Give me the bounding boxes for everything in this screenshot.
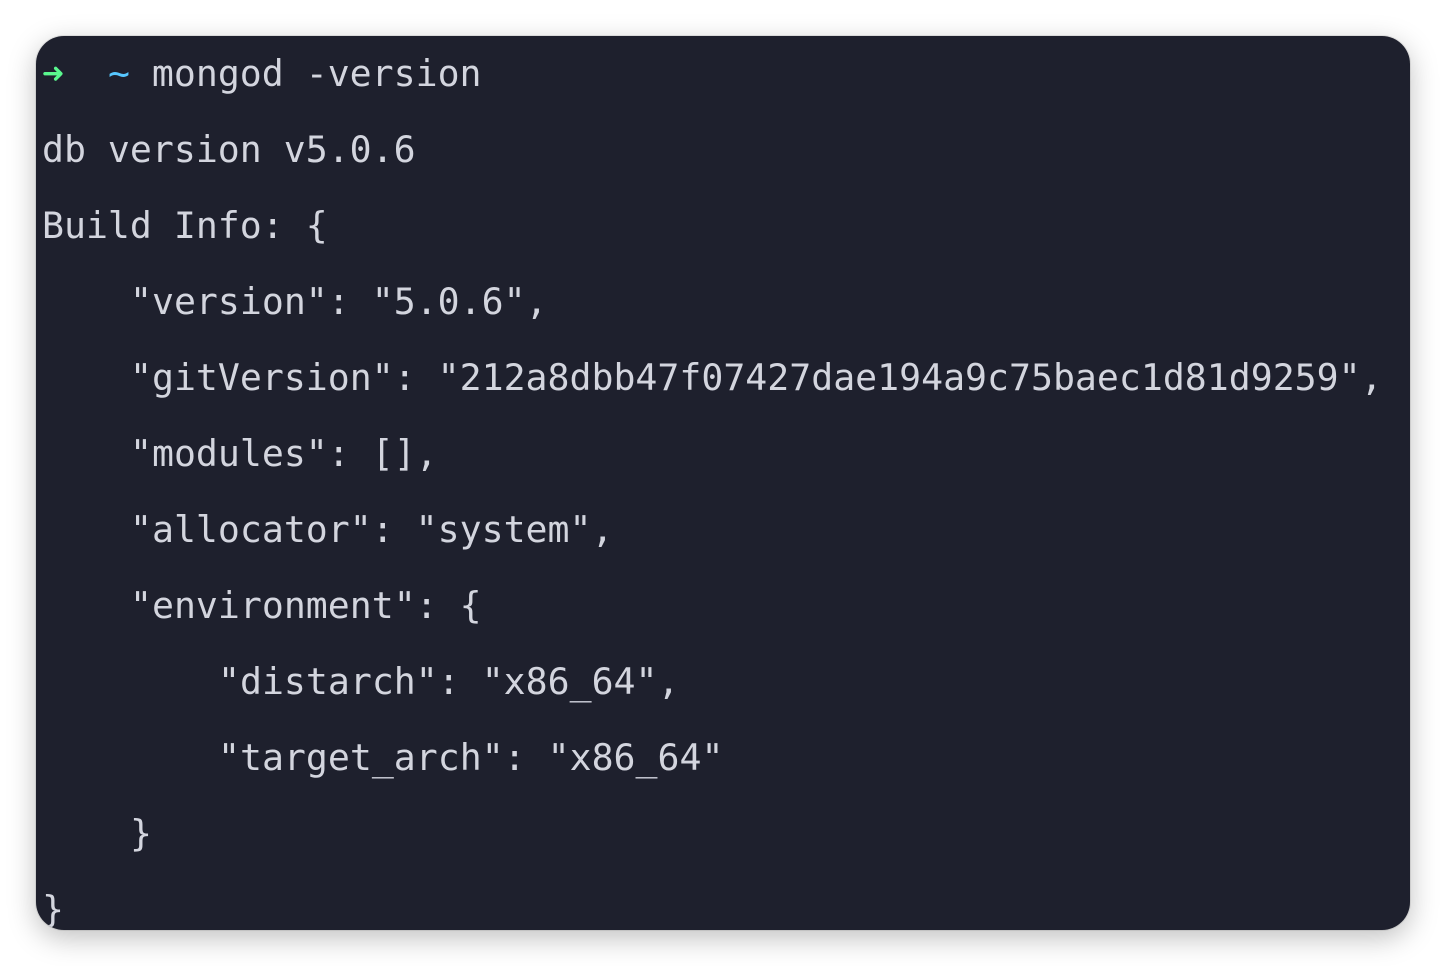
output-line: db version v5.0.6 <box>42 128 416 171</box>
terminal-window: ➜ ~ mongod -version db version v5.0.6 Bu… <box>36 36 1410 930</box>
prompt-line: ➜ ~ mongod -version <box>42 52 482 96</box>
output-line: "environment": { <box>130 584 482 627</box>
output-line: "modules": [], <box>130 432 438 475</box>
prompt-cwd: ~ <box>107 52 130 95</box>
output-line: "target_arch": "x86_64" <box>218 736 724 779</box>
output-line: } <box>42 888 64 930</box>
right-arrow-icon: ➜ <box>42 52 64 95</box>
output-line: } <box>130 812 152 855</box>
output-line: "distarch": "x86_64", <box>218 660 680 703</box>
output-line: "allocator": "system", <box>130 508 614 551</box>
terminal-output[interactable]: ➜ ~ mongod -version db version v5.0.6 Bu… <box>42 36 1410 930</box>
prompt-command: mongod -version <box>151 52 482 95</box>
output-line: "version": "5.0.6", <box>130 280 548 323</box>
output-line: Build Info: { <box>42 204 328 247</box>
output-line: "gitVersion": "212a8dbb47f07427dae194a9c… <box>130 356 1383 399</box>
